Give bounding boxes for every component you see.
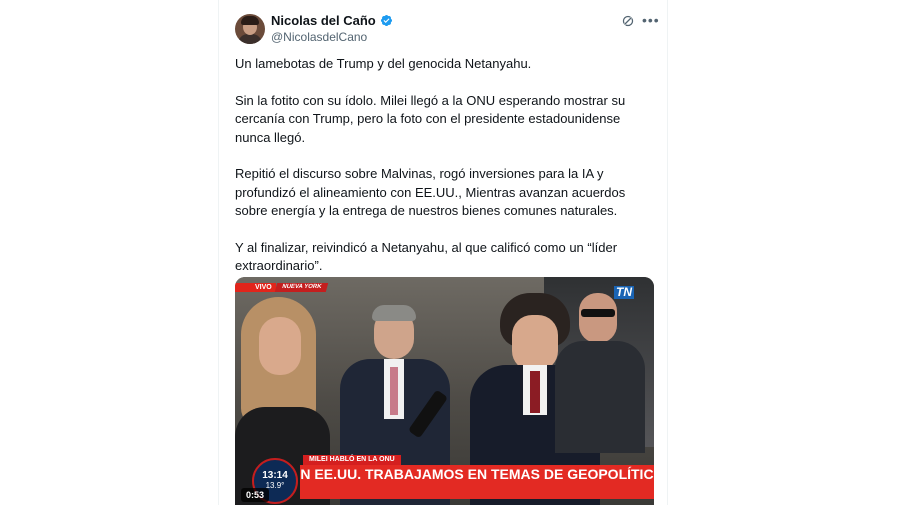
location-badge: NUEVA YORK [274,283,329,292]
live-badge: VIVO [235,283,276,292]
verified-badge-icon [380,14,392,27]
tweet-paragraph: Y al finalizar, reivindicó a Netanyahu, … [235,239,618,274]
channel-logo: TN [614,285,634,299]
video-player[interactable]: VIVO NUEVA YORK TN MILEI HABLÓ EN LA ONU… [235,277,654,505]
author-row: Nicolas del Caño [271,13,393,28]
clock-time: 13:14 [262,470,288,481]
lower-third-small: MILEI HABLÓ EN LA ONU [303,455,401,465]
avatar[interactable] [235,14,265,44]
tweet-text: Un lamebotas de Trump y del genocida Net… [235,55,645,276]
grok-icon[interactable] [621,14,635,28]
tweet-paragraph: Sin la fotito con su ídolo. Milei llegó … [235,92,626,145]
author-handle[interactable]: @NicolasdelCano [271,30,367,44]
video-duration: 0:53 [241,488,270,502]
author-name[interactable]: Nicolas del Caño [271,13,376,28]
tweet-paragraph: Repitió el discurso sobre Malvinas, rogó… [235,166,626,218]
tweet-paragraph: Un lamebotas de Trump y del genocida Net… [235,56,532,71]
live-strip: VIVO NUEVA YORK [235,283,329,292]
bodyguard-figure [555,293,645,453]
lower-third-headline: N EE.UU. TRABAJAMOS EN TEMAS DE GEOPOLÍT… [300,465,654,499]
more-options-icon[interactable]: ••• [642,12,660,28]
tweet-card: Nicolas del Caño @NicolasdelCano ••• Un … [218,0,668,505]
